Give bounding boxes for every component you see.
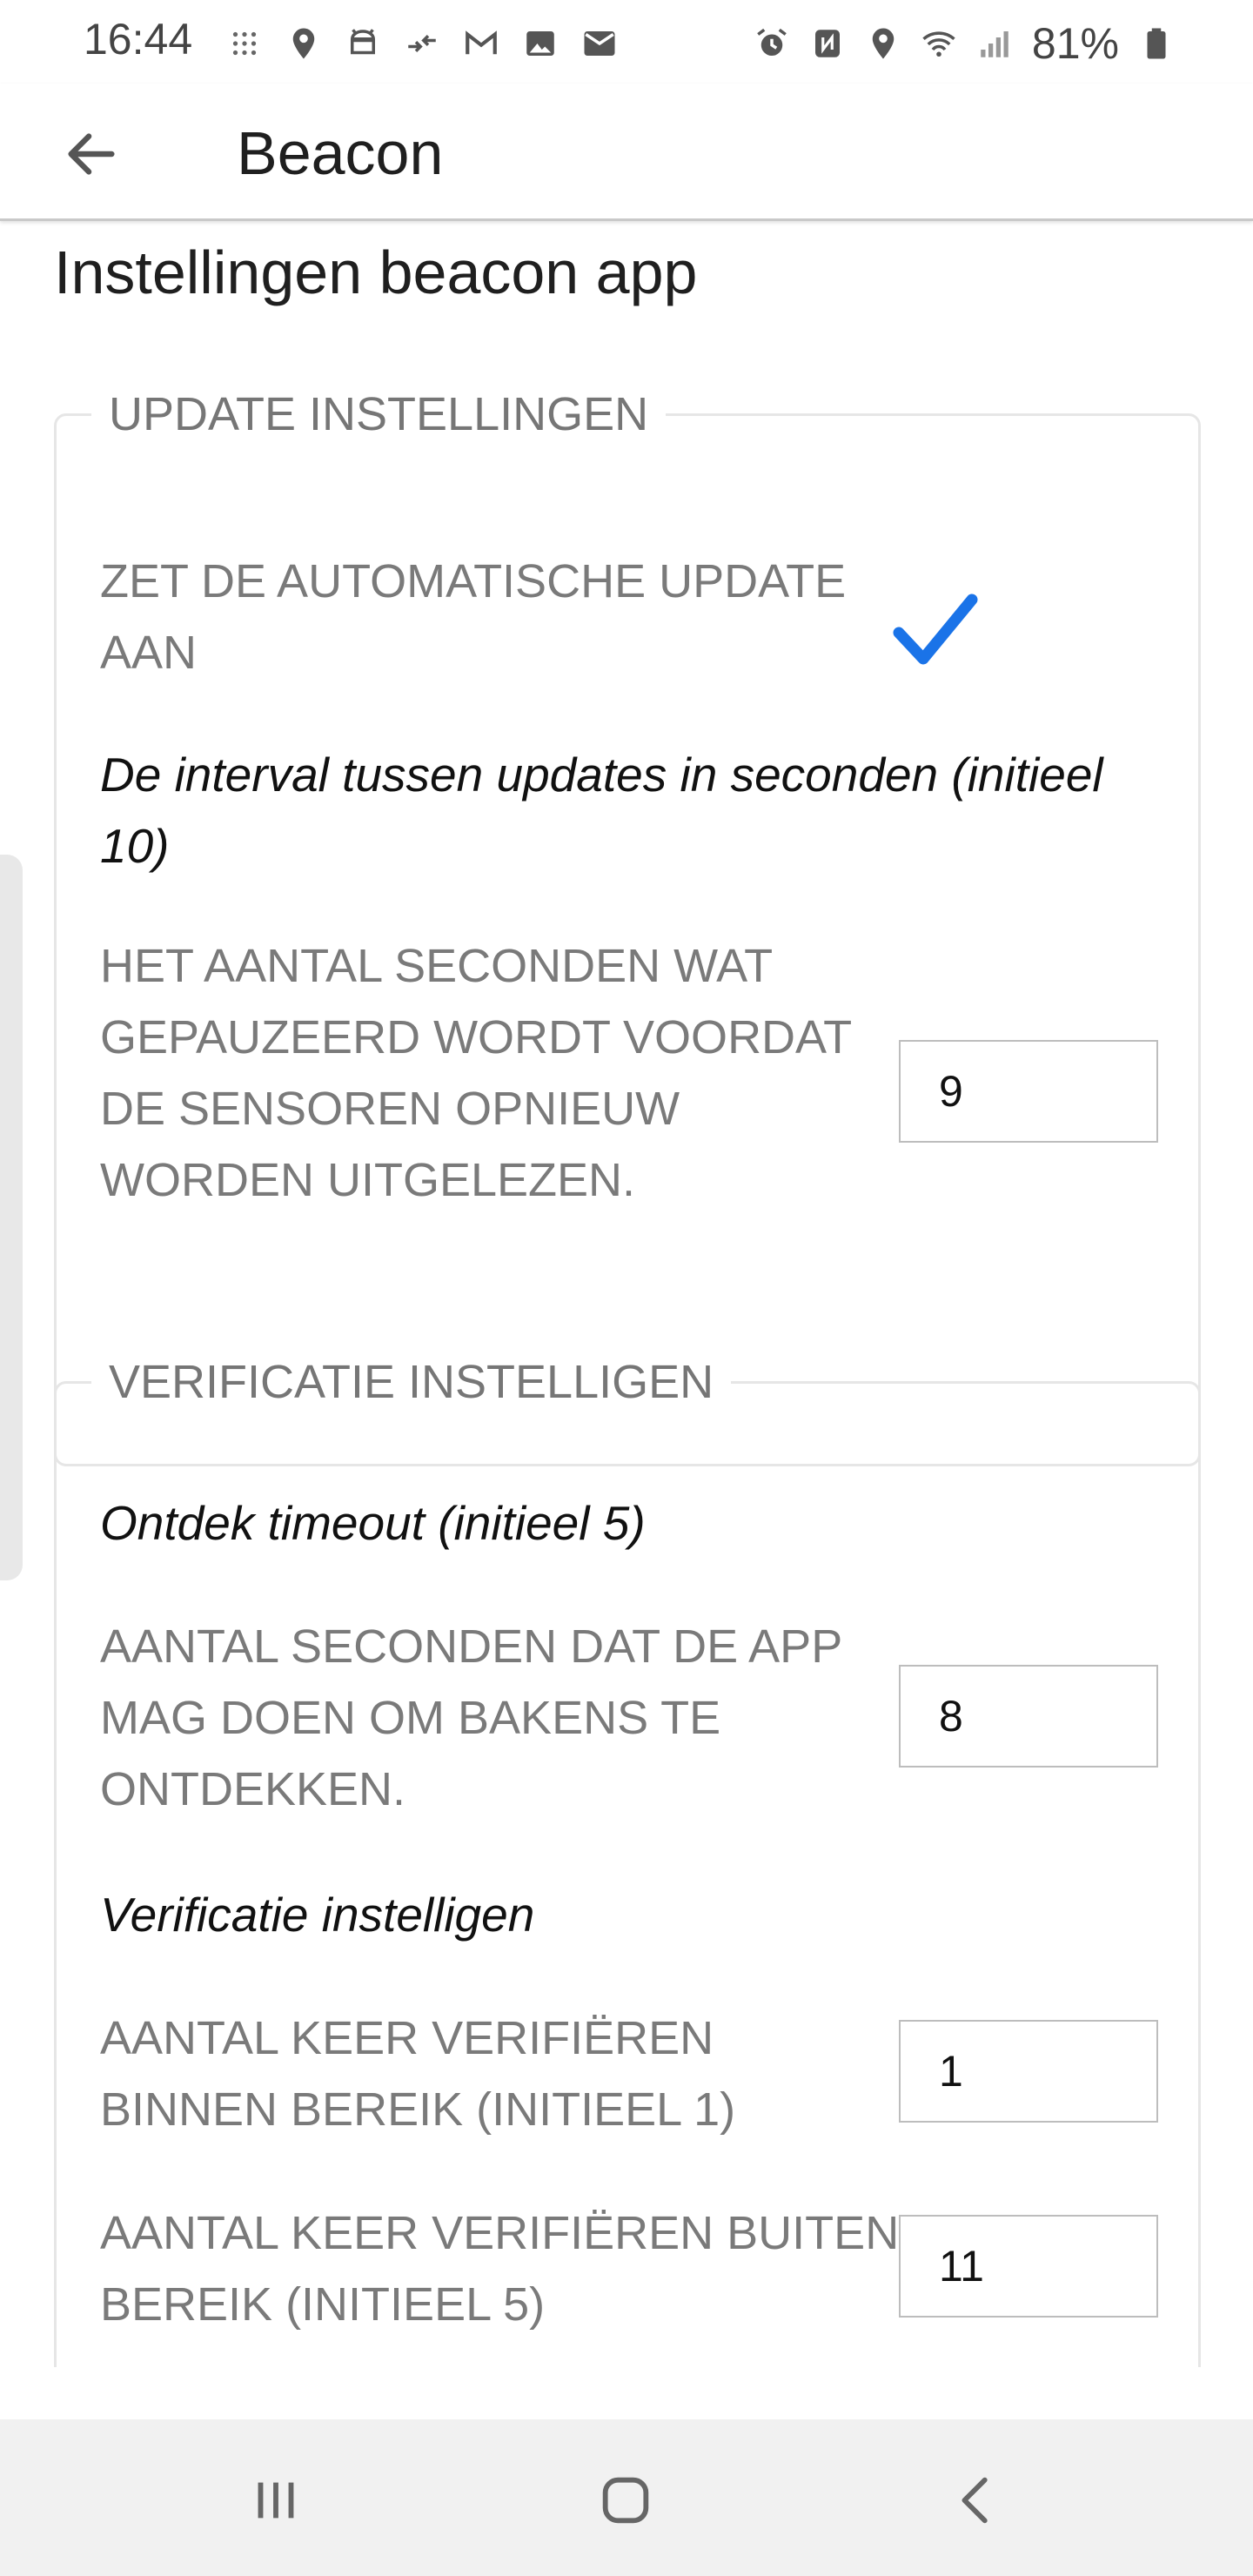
alarm-icon (757, 28, 787, 56)
data-transfer-icon (408, 35, 436, 52)
settings-content[interactable]: Instellingen beacon app UPDATE INSTELLIN… (0, 224, 1253, 2367)
pause-seconds-input[interactable] (899, 1040, 1158, 1143)
wifi-icon (922, 31, 955, 57)
gmail-icon (466, 30, 497, 55)
home-icon (602, 2477, 649, 2524)
location-icon (872, 28, 895, 59)
chevron-left-icon (962, 2477, 988, 2524)
status-time: 16:44 (84, 15, 193, 64)
verify-in-range-input[interactable] (899, 2020, 1158, 2123)
battery-percent: 81% (1031, 19, 1119, 68)
edge-panel-handle[interactable] (0, 855, 23, 1580)
email-icon (584, 31, 615, 56)
verification-heading: Verificatie instelligen (100, 1888, 535, 1942)
verification-settings-group: VERIFICATIE INSTELLIGEN Ontdek timeout (… (54, 1355, 1201, 2367)
interval-heading: De interval tussen updates in seconden (… (100, 748, 1103, 873)
update-settings-group: UPDATE INSTELLINGEN ZET DE AUTOMATISCHE … (54, 387, 1201, 1466)
app-bar: Beacon (0, 84, 1253, 221)
android-icon (350, 29, 376, 55)
notification-icons (226, 17, 618, 70)
back-button[interactable] (52, 115, 131, 193)
verification-group-legend: VERIFICATIE INSTELLIGEN (109, 1356, 714, 1408)
auto-update-label: ZET DE AUTOMATISCHE UPDATE AAN (100, 555, 847, 679)
navigation-bar (0, 2419, 1253, 2576)
verify-in-range-label: AANTAL KEER VERIFIËREN BINNEN BEREIK (IN… (100, 2012, 736, 2136)
status-bar: 16:44 81% (0, 0, 1253, 84)
verify-out-range-input[interactable] (899, 2215, 1158, 2318)
signal-icon (981, 31, 1008, 57)
nfc-icon (814, 30, 840, 57)
discover-seconds-input[interactable] (899, 1665, 1158, 1768)
discover-seconds-label: AANTAL SECONDEN DAT DE APP MAG DOEN OM B… (100, 1620, 842, 1815)
page-heading: Instellingen beacon app (54, 238, 698, 306)
recent-apps-button[interactable] (237, 2461, 315, 2539)
checkmark-icon (893, 594, 978, 665)
grid-dots-icon (232, 31, 257, 56)
app-title: Beacon (237, 119, 444, 187)
update-group-legend: UPDATE INSTELLINGEN (109, 388, 649, 440)
home-button[interactable] (586, 2461, 665, 2539)
pause-seconds-label: HET AANTAL SECONDEN WAT GEPAUZEERD WORDT… (100, 940, 852, 1206)
location-pin-icon (292, 28, 315, 59)
auto-update-checkbox[interactable] (892, 591, 979, 669)
battery-icon (1147, 28, 1166, 59)
back-nav-button[interactable] (938, 2461, 1016, 2539)
discover-timeout-heading: Ontdek timeout (initieel 5) (100, 1496, 646, 1550)
verify-out-range-label: AANTAL KEER VERIFIËREN BUITEN BEREIK (IN… (100, 2207, 900, 2331)
system-icons: 81% (754, 17, 1175, 70)
arrow-left-icon (68, 133, 115, 175)
image-icon (526, 31, 554, 56)
recent-apps-icon (258, 2482, 294, 2519)
